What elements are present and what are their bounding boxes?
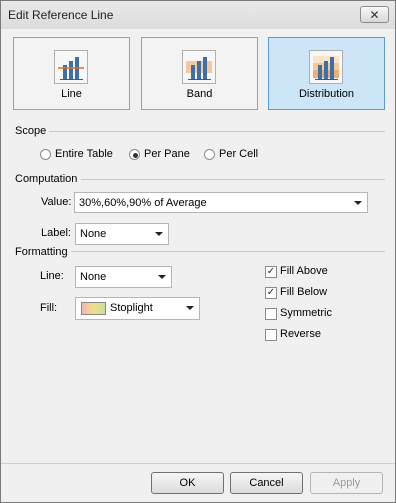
checkmark-icon: ✓ [265, 266, 277, 278]
reference-band-icon [182, 50, 216, 84]
fill-dropdown-text: Stoplight [110, 302, 153, 314]
dialog-footer: OK Cancel Apply [1, 464, 395, 502]
label-dropdown-text: None [80, 228, 107, 240]
distribution-type-label: Distribution [298, 88, 355, 100]
distribution-type-button[interactable]: Distribution [268, 37, 385, 110]
fill-dropdown[interactable]: Stoplight [75, 297, 200, 320]
line-type-label: Line [61, 88, 82, 100]
line-label: Line: [40, 270, 64, 282]
ok-button[interactable]: OK [151, 472, 224, 494]
cancel-button[interactable]: Cancel [230, 472, 303, 494]
computation-group-label: Computation [15, 173, 78, 185]
chevron-down-icon [354, 201, 362, 205]
checkmark-icon: ✓ [265, 287, 277, 299]
line-dropdown[interactable]: None [75, 266, 172, 288]
line-type-button[interactable]: Line [13, 37, 130, 110]
radio-circle [129, 149, 140, 160]
label-dropdown[interactable]: None [75, 223, 169, 245]
value-dropdown[interactable]: 30%,60%,90% of Average [74, 192, 368, 213]
reference-line-icon [54, 50, 88, 84]
formatting-group-label: Formatting [15, 246, 68, 258]
radio-circle [204, 149, 215, 160]
formatting-divider [71, 251, 385, 252]
radio-circle [40, 149, 51, 160]
dialog-title: Edit Reference Line [8, 8, 114, 22]
scope-per-pane-label: Per Pane [144, 148, 190, 160]
scope-group-label: Scope [15, 125, 47, 137]
label-label: Label: [41, 227, 71, 239]
chevron-down-icon [158, 275, 166, 279]
band-type-label: Band [186, 88, 213, 100]
reverse-label: Reverse [280, 328, 321, 340]
line-dropdown-text: None [80, 271, 107, 283]
scope-divider [49, 131, 385, 132]
apply-button[interactable]: Apply [310, 472, 383, 494]
fill-label: Fill: [40, 302, 58, 314]
close-button[interactable]: ✕ [360, 6, 389, 23]
checkbox-box [265, 329, 277, 341]
dialog-body: Line Band Distribution Scope Entire Tabl… [1, 29, 395, 502]
band-type-button[interactable]: Band [141, 37, 258, 110]
reference-distribution-icon [309, 50, 343, 84]
radio-selected-dot [133, 153, 138, 158]
close-icon: ✕ [369, 8, 380, 22]
scope-entire-table-label: Entire Table [55, 148, 113, 160]
value-dropdown-text: 30%,60%,90% of Average [79, 197, 207, 209]
fill-below-label: Fill Below [280, 286, 328, 298]
scope-per-cell-label: Per Cell [219, 148, 259, 160]
computation-divider [81, 179, 385, 180]
symmetric-label: Symmetric [280, 307, 332, 319]
stoplight-swatch [81, 302, 106, 315]
value-label: Value: [41, 196, 72, 208]
title-bar: Edit Reference Line ✕ [1, 1, 395, 29]
fill-above-label: Fill Above [280, 265, 328, 277]
edit-reference-line-dialog: Edit Reference Line ✕ Line Band Distribu… [0, 0, 396, 503]
checkbox-box [265, 308, 277, 320]
chevron-down-icon [186, 306, 194, 310]
chevron-down-icon [155, 232, 163, 236]
